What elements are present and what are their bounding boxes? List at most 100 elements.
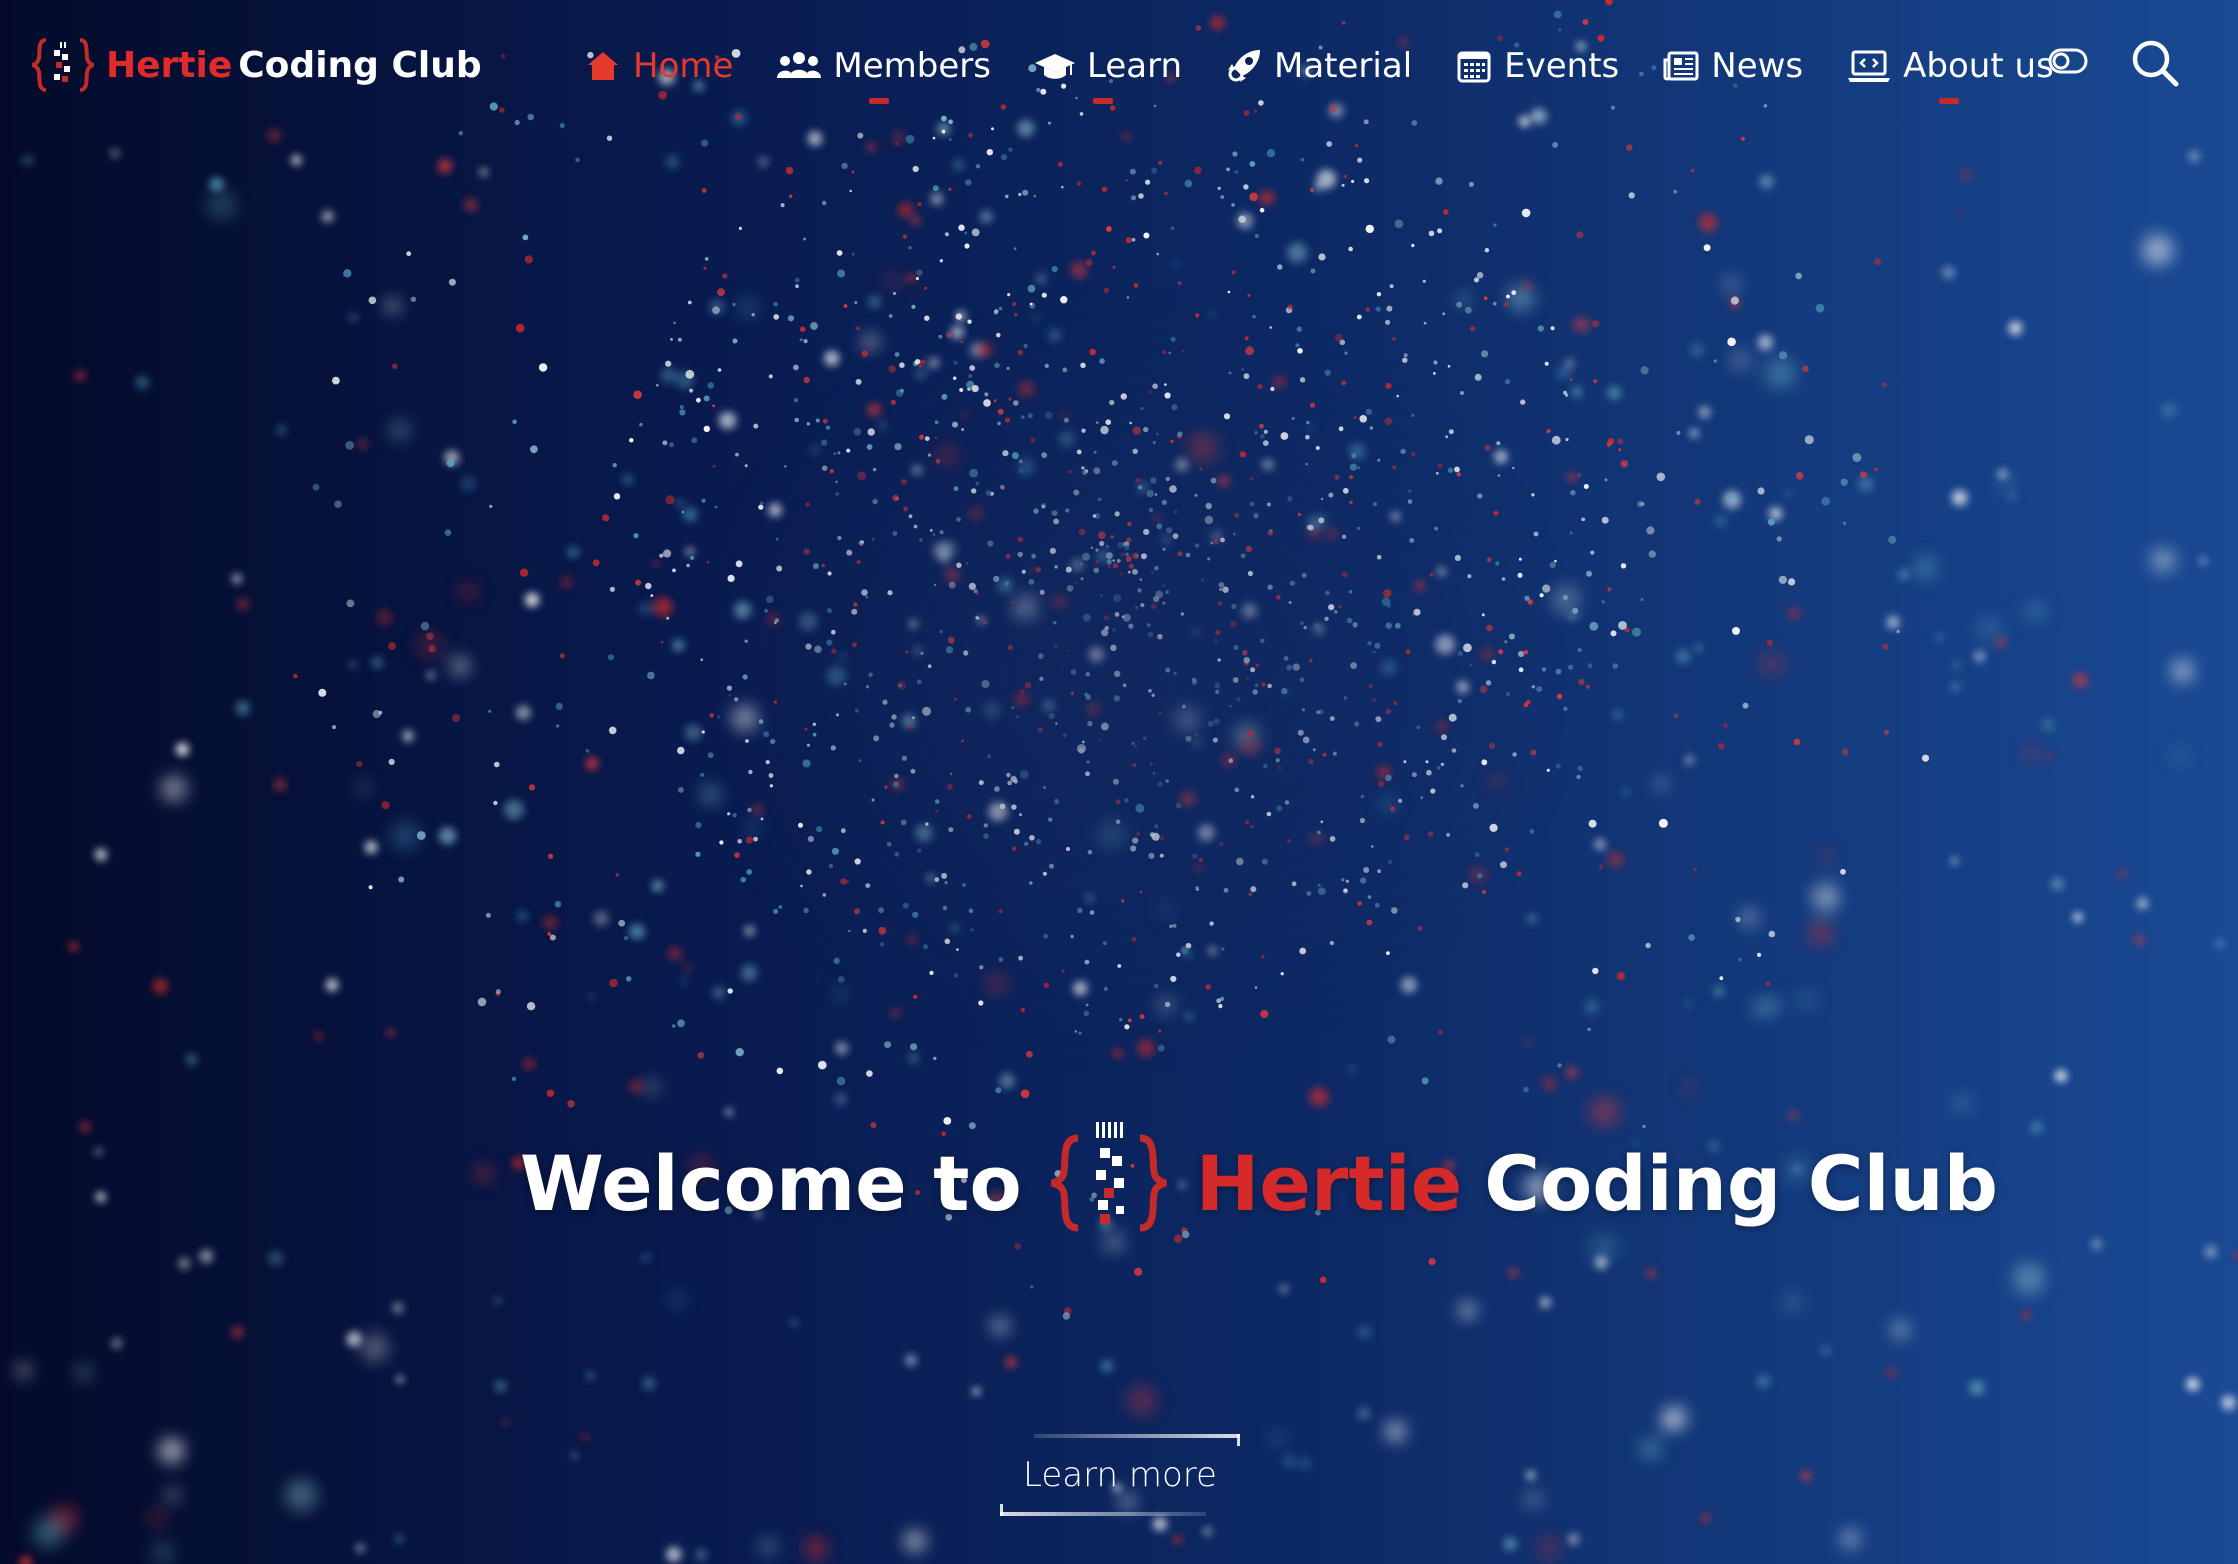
particle (1299, 377, 1306, 383)
particle (1157, 901, 1176, 919)
particle (1570, 378, 1573, 381)
particle (1492, 301, 1497, 306)
particle (1218, 1004, 1223, 1009)
particle (1757, 952, 1762, 958)
particle (678, 787, 684, 793)
particle (1151, 603, 1157, 610)
particle (1840, 868, 1846, 875)
particle (647, 671, 655, 680)
particle (686, 547, 694, 556)
particle (746, 869, 753, 875)
particle (1351, 453, 1357, 459)
particle (1306, 891, 1312, 896)
particle (1234, 512, 1240, 518)
particle (1156, 252, 1160, 256)
particle (1081, 740, 1085, 744)
nav-events[interactable]: Events (1456, 36, 1619, 96)
particle (838, 653, 847, 662)
particle (1372, 650, 1376, 654)
particle (1208, 310, 1215, 318)
particle (1283, 656, 1289, 661)
particle (1374, 902, 1380, 908)
particle (2150, 548, 2176, 573)
particle (836, 713, 839, 717)
particle (1566, 359, 1574, 367)
particle (1161, 534, 1171, 544)
nav-material[interactable]: Material (1226, 36, 1412, 96)
search-icon[interactable] (2130, 38, 2180, 88)
particle (285, 1479, 318, 1512)
particle (1239, 451, 1246, 458)
particle (1673, 189, 1678, 194)
particle (861, 333, 879, 351)
particle (971, 385, 979, 393)
particle (1180, 791, 1196, 807)
particle (953, 360, 958, 365)
particle (679, 409, 686, 416)
particle (1788, 578, 1796, 586)
brand-logo-link[interactable]: Hertie Coding Club (30, 30, 482, 100)
particle (1508, 633, 1515, 640)
particle (1757, 487, 1765, 495)
particle (1448, 713, 1457, 722)
particle (1049, 547, 1056, 555)
particle (961, 428, 965, 431)
nav-members[interactable]: Members (777, 36, 991, 104)
particle (1260, 434, 1265, 439)
particle (759, 501, 764, 506)
particle (1385, 622, 1393, 629)
particle (952, 159, 965, 171)
particle (1526, 1470, 1536, 1480)
theme-toggle-icon[interactable] (2048, 48, 2088, 74)
nav-learn[interactable]: Learn (1034, 36, 1182, 104)
particle (913, 524, 918, 529)
particle (94, 1147, 103, 1156)
particle (1124, 798, 1129, 803)
particle (886, 842, 892, 847)
learn-more-button[interactable]: Learn more (1000, 1434, 1240, 1516)
particle (1085, 893, 1095, 903)
particle (1281, 687, 1288, 695)
particle (623, 936, 628, 941)
particle (857, 471, 867, 480)
particle (549, 934, 556, 941)
particle (1037, 727, 1044, 733)
particle (1306, 420, 1310, 425)
particle (968, 132, 973, 138)
particle (707, 382, 715, 389)
particle (913, 994, 918, 999)
particle (953, 973, 959, 978)
nav-home[interactable]: Home (585, 36, 733, 96)
particle (1448, 429, 1454, 435)
particle (1443, 209, 1449, 215)
particle (1243, 373, 1250, 380)
particle (395, 1534, 404, 1544)
particle (1518, 667, 1524, 673)
particle (751, 803, 764, 816)
particle (460, 475, 477, 492)
particle (1005, 554, 1011, 559)
particle (1841, 748, 1849, 756)
particle (854, 301, 858, 304)
particle (706, 560, 710, 564)
particle (1441, 734, 1447, 741)
particle (1195, 864, 1203, 872)
particle (530, 445, 538, 454)
particle (1852, 453, 1862, 462)
particle (854, 908, 860, 915)
particle (1403, 353, 1408, 358)
particle (1367, 895, 1372, 899)
particle (2050, 877, 2065, 891)
particle (803, 339, 808, 344)
particle (1718, 743, 1725, 750)
particle (960, 340, 964, 344)
particle (993, 311, 998, 315)
nav-about-us[interactable]: About us (1847, 36, 2054, 104)
particle (345, 440, 355, 450)
particle (1087, 720, 1093, 727)
particle (663, 549, 672, 558)
particle (1959, 169, 1972, 182)
particle (1038, 653, 1044, 659)
particle (318, 688, 327, 697)
nav-news[interactable]: News (1663, 36, 1803, 96)
